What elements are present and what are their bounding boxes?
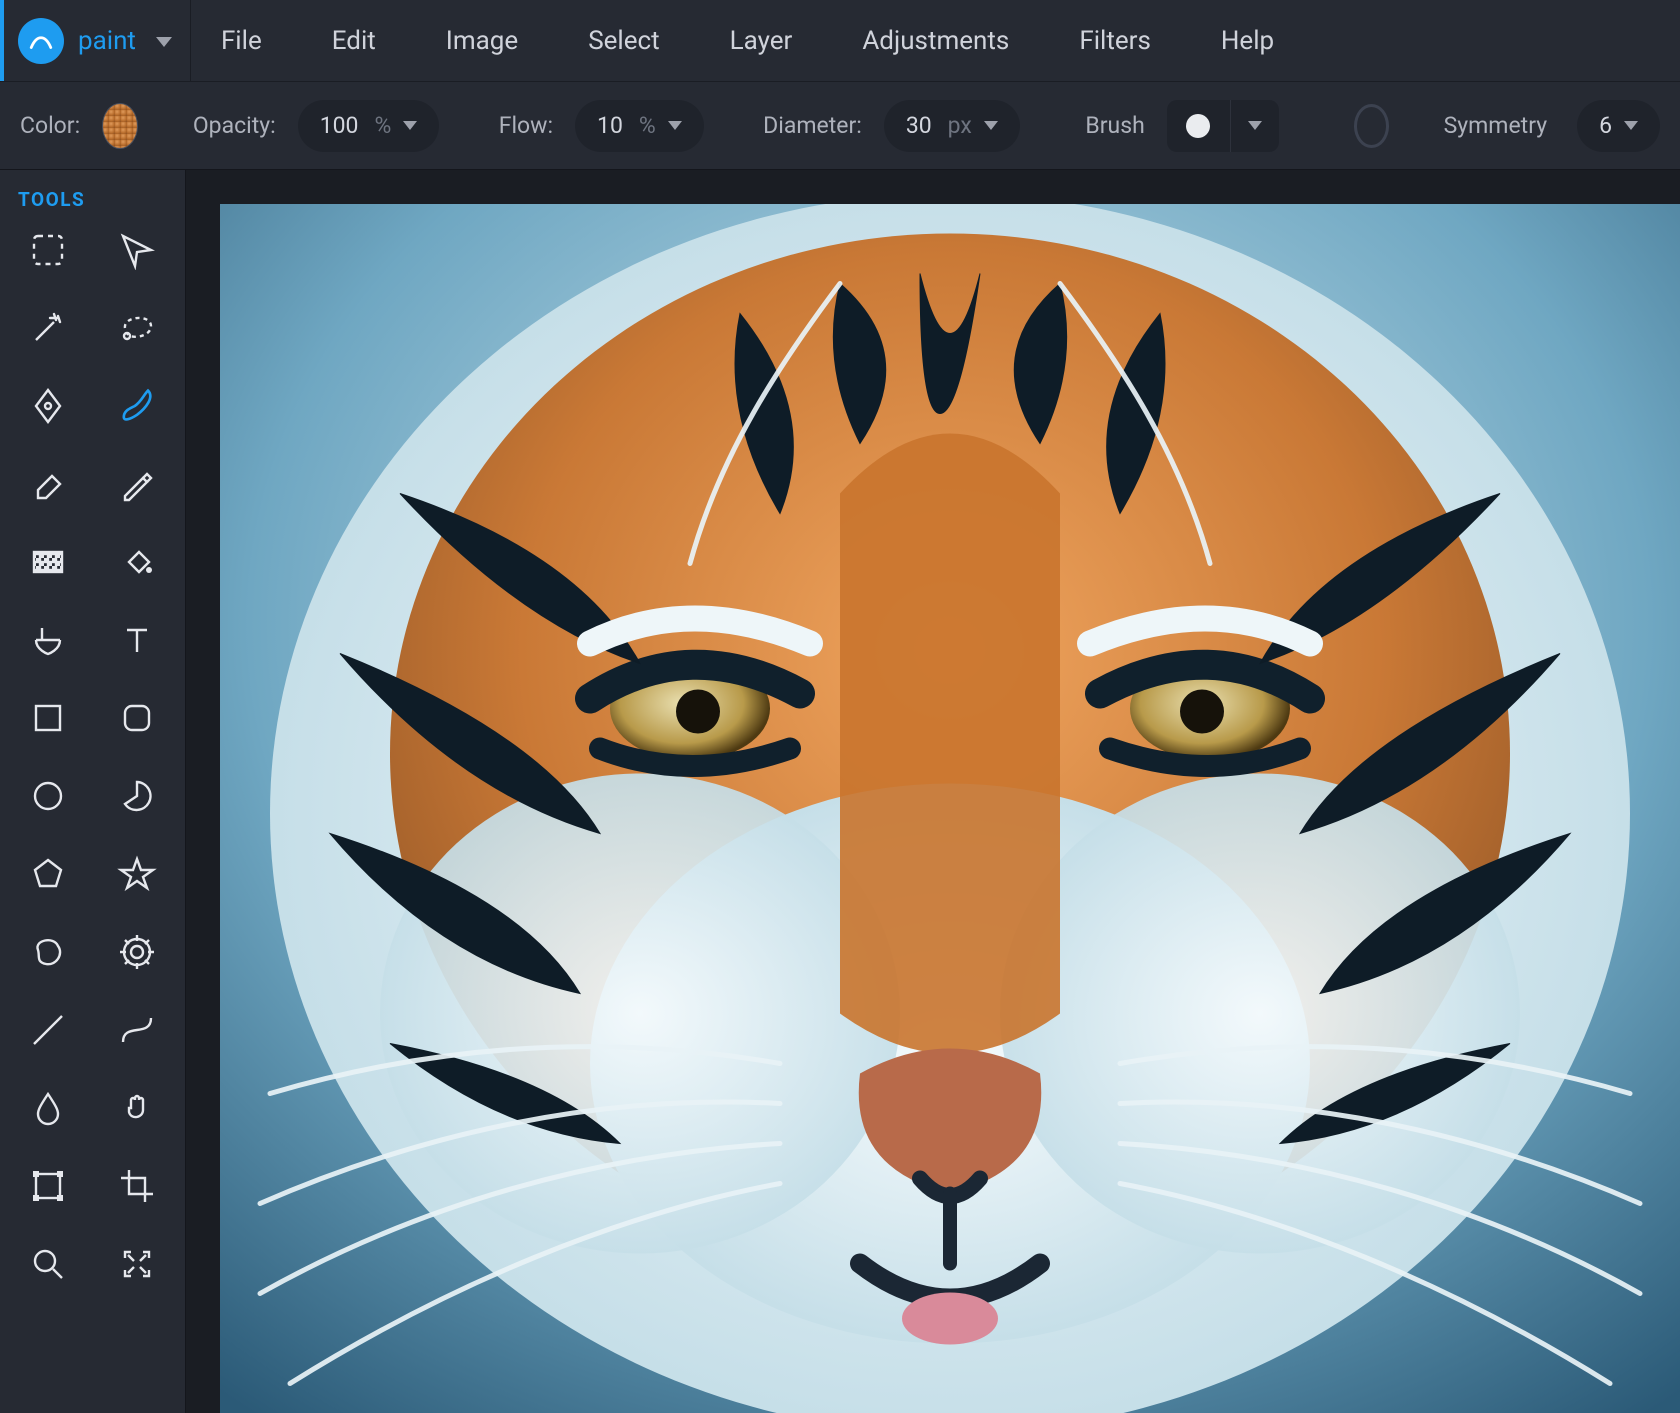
magic-wand-tool[interactable] (18, 303, 78, 353)
menu-adjustments[interactable]: Adjustments (862, 26, 1009, 56)
diameter-dropdown[interactable]: 30 px (884, 100, 1020, 152)
diameter-unit: px (948, 112, 972, 139)
rectangle-shape-tool[interactable] (18, 693, 78, 743)
blob-shape-tool[interactable] (18, 927, 78, 977)
crop-tool[interactable] (107, 1161, 167, 1211)
symmetry-value: 6 (1599, 112, 1612, 139)
cog-shape-tool[interactable] (107, 927, 167, 977)
pencil-tool[interactable] (107, 459, 167, 509)
fullscreen-tool[interactable] (107, 1239, 167, 1289)
chevron-down-icon (403, 121, 417, 130)
opacity-dropdown[interactable]: 100 % (298, 100, 440, 152)
curve-tool[interactable] (107, 1005, 167, 1055)
star-shape-tool[interactable] (107, 849, 167, 899)
brush-preview-icon (1167, 100, 1231, 152)
menu-filters[interactable]: Filters (1079, 26, 1151, 56)
menu-image[interactable]: Image (446, 26, 518, 56)
brush-picker[interactable] (1167, 100, 1279, 152)
line-tool[interactable] (18, 1005, 78, 1055)
hand-tool[interactable] (107, 1083, 167, 1133)
chevron-down-icon (156, 28, 172, 53)
chevron-down-icon (1624, 121, 1638, 130)
rounded-rectangle-shape-tool[interactable] (107, 693, 167, 743)
flow-unit: % (639, 112, 656, 139)
canvas-viewport[interactable] (186, 170, 1680, 1413)
eraser-tool[interactable] (18, 459, 78, 509)
opacity-unit: % (374, 112, 391, 139)
menu-bar: paint File Edit Image Select Layer Adjus… (0, 0, 1680, 82)
brush-label: Brush (1085, 112, 1144, 139)
diameter-value: 30 (906, 112, 932, 139)
clone-stamp-tool[interactable] (18, 615, 78, 665)
pen-tool[interactable] (18, 381, 78, 431)
opacity-label: Opacity: (193, 112, 276, 139)
pie-shape-tool[interactable] (107, 771, 167, 821)
color-swatch[interactable] (102, 103, 138, 149)
lasso-tool[interactable] (107, 303, 167, 353)
chevron-down-icon (1231, 121, 1279, 130)
flow-dropdown[interactable]: 10 % (575, 100, 704, 152)
symmetry-dropdown[interactable]: 6 (1577, 100, 1660, 152)
marquee-select-tool[interactable] (18, 225, 78, 275)
ellipse-shape-tool[interactable] (18, 771, 78, 821)
menu-select[interactable]: Select (588, 26, 659, 56)
opacity-value: 100 (320, 112, 359, 139)
diameter-label: Diameter: (763, 112, 862, 139)
menu-file[interactable]: File (221, 26, 262, 56)
tool-grid (12, 225, 173, 1289)
menu-items: File Edit Image Select Layer Adjustments… (221, 26, 1274, 56)
flow-label: Flow: (499, 112, 553, 139)
main-area: TOOLS (0, 170, 1680, 1413)
menu-edit[interactable]: Edit (332, 26, 376, 56)
color-label: Color: (20, 112, 80, 139)
symmetry-icon[interactable] (1354, 104, 1389, 148)
app-logo-icon (18, 18, 64, 64)
symmetry-label: Symmetry (1444, 112, 1547, 139)
menu-layer[interactable]: Layer (730, 26, 793, 56)
move-tool[interactable] (107, 225, 167, 275)
app-brand[interactable]: paint (0, 0, 191, 81)
paint-bucket-tool[interactable] (107, 537, 167, 587)
tools-heading: TOOLS (18, 188, 173, 211)
tools-sidebar: TOOLS (0, 170, 186, 1413)
menu-help[interactable]: Help (1221, 26, 1274, 56)
zoom-tool[interactable] (18, 1239, 78, 1289)
chevron-down-icon (984, 121, 998, 130)
canvas-image[interactable] (220, 204, 1680, 1413)
gradient-tool[interactable] (18, 537, 78, 587)
transform-tool[interactable] (18, 1161, 78, 1211)
flow-value: 10 (597, 112, 623, 139)
tool-options-bar: Color: Opacity: 100 % Flow: 10 % Diamete… (0, 82, 1680, 170)
blur-tool[interactable] (18, 1083, 78, 1133)
polygon-shape-tool[interactable] (18, 849, 78, 899)
text-tool[interactable] (107, 615, 167, 665)
app-name: paint (78, 26, 136, 56)
brush-tool[interactable] (107, 381, 167, 431)
chevron-down-icon (668, 121, 682, 130)
